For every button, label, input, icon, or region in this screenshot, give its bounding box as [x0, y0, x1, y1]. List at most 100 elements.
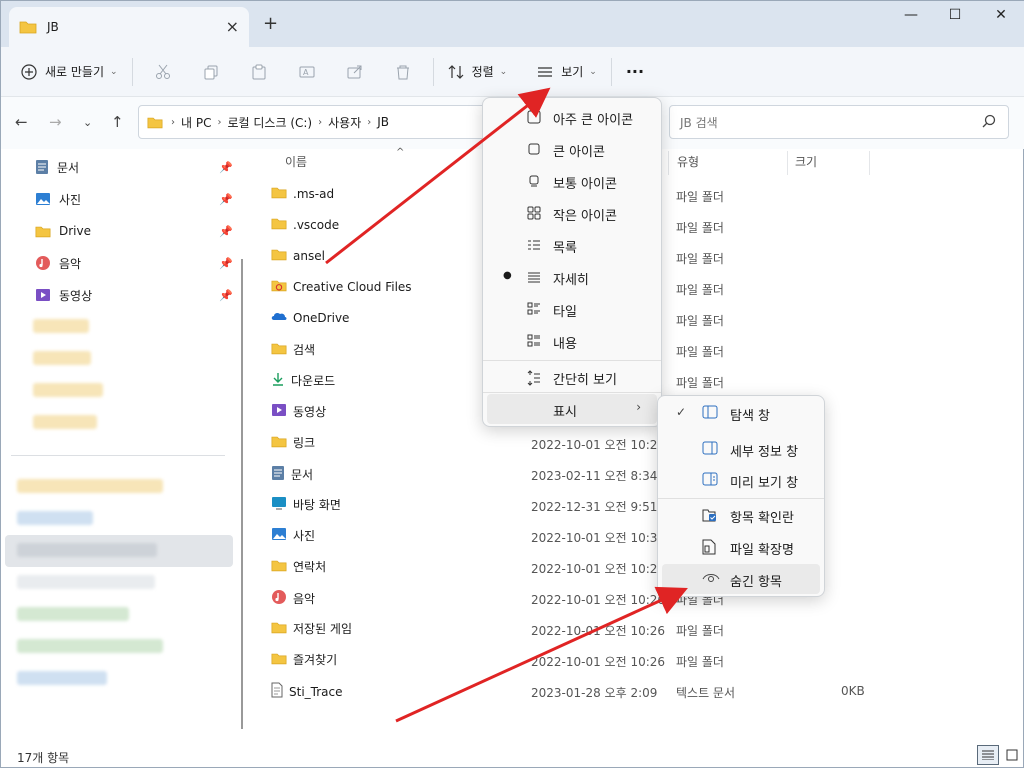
submenu-item-item-checkboxes[interactable]: 항목 확인란 [662, 500, 820, 530]
tab-close-icon[interactable]: × [226, 17, 239, 36]
thumbnail-view-icon [1006, 749, 1018, 761]
redacted-item [33, 319, 89, 333]
menu-item-label: 표시 [553, 405, 577, 420]
breadcrumb-local-disk[interactable]: 로컬 디스크 (C:) [227, 114, 312, 131]
title-bar: JB × + — ☐ ✕ [1, 1, 1024, 47]
sidebar-item-drive[interactable]: Drive [35, 221, 91, 241]
menu-item-large-icons[interactable]: 큰 아이콘 [487, 134, 657, 164]
file-name-text: 동영상 [293, 405, 327, 419]
folder-icon [271, 652, 287, 668]
toolbar-divider [432, 57, 434, 86]
copy-button[interactable] [187, 64, 235, 80]
pin-icon[interactable]: 📌 [219, 257, 233, 270]
extra-large-icons-icon [527, 110, 541, 124]
submenu-item-navigation-pane[interactable]: ✓ 탐색 창 [662, 398, 820, 428]
file-name-text: 검색 [293, 343, 316, 357]
minimize-button[interactable]: — [891, 7, 931, 27]
file-name-text: 저장된 게임 [293, 622, 353, 636]
up-arrow-icon[interactable]: ↑ [111, 113, 124, 131]
menu-divider [483, 392, 661, 393]
forward-arrow-icon[interactable]: → [49, 113, 62, 131]
sidebar-scrollbar[interactable] [241, 259, 243, 729]
submenu-item-hidden-items[interactable]: 숨긴 항목 [662, 564, 820, 594]
close-window-button[interactable]: ✕ [981, 7, 1021, 27]
menu-item-extra-large-icons[interactable]: 아주 큰 아이콘 [487, 102, 657, 132]
more-options-button[interactable]: ··· [618, 56, 652, 88]
column-header-name[interactable]: 이름 [285, 153, 307, 170]
file-type: 파일 폴더 [676, 314, 724, 328]
menu-item-tiles[interactable]: 타일 [487, 294, 657, 324]
submenu-item-label: 파일 확장명 [730, 543, 794, 558]
file-date: 2023-02-11 오전 8:34 [531, 469, 658, 483]
column-divider[interactable] [787, 151, 788, 175]
menu-item-label: 간단히 보기 [553, 373, 617, 388]
breadcrumb-chevron-icon: › [171, 116, 175, 128]
back-arrow-icon[interactable]: ← [15, 113, 28, 131]
thumbnail-view-toggle[interactable] [1001, 745, 1023, 765]
file-name-text: 즐겨찾기 [293, 653, 338, 667]
item-count: 17개 항목 [17, 751, 70, 765]
sidebar-item-videos[interactable]: 동영상 [35, 285, 92, 305]
menu-item-show[interactable]: 표시 › [487, 394, 657, 424]
file-row[interactable]: 저장된 게임 2022-10-01 오전 10:26 파일 폴더 [271, 618, 911, 640]
menu-item-medium-icons[interactable]: 보통 아이콘 [487, 166, 657, 196]
file-row[interactable]: 즐겨찾기 2022-10-01 오전 10:26 파일 폴더 [271, 649, 911, 671]
new-tab-button[interactable]: + [263, 13, 278, 34]
details-view-icon [982, 750, 994, 760]
sidebar-item-label: 문서 [57, 160, 80, 175]
column-header-size[interactable]: 크기 [795, 153, 817, 170]
sidebar-item-documents[interactable]: 문서 [35, 157, 79, 177]
submenu-item-preview-pane[interactable]: 미리 보기 창 [662, 465, 820, 495]
cut-button[interactable] [139, 64, 187, 80]
file-type: 텍스트 문서 [676, 686, 736, 700]
menu-item-compact-view[interactable]: 간단히 보기 [487, 362, 657, 392]
preview-pane-icon [702, 472, 718, 486]
breadcrumb-this-pc[interactable]: 내 PC [181, 114, 211, 131]
recent-chevron-icon[interactable]: ⌄ [83, 116, 92, 129]
sort-button[interactable]: 정렬 ⌄ [440, 56, 516, 88]
column-divider[interactable] [869, 151, 870, 175]
rename-button[interactable]: A [283, 64, 331, 80]
delete-button[interactable] [379, 64, 427, 80]
details-view-toggle[interactable] [977, 745, 999, 765]
redacted-item [33, 383, 103, 397]
menu-item-list[interactable]: 목록 [487, 230, 657, 260]
file-date: 2022-10-01 오전 10:26 [531, 438, 666, 452]
pin-icon[interactable]: 📌 [219, 225, 233, 238]
download-icon [271, 372, 285, 389]
menu-item-content[interactable]: 내용 [487, 326, 657, 356]
sidebar-item-pictures[interactable]: 사진 [35, 189, 81, 209]
column-divider[interactable] [668, 151, 669, 175]
file-name-text: 문서 [291, 468, 314, 482]
file-explorer-window: JB × + — ☐ ✕ 새로 만들기 ⌄ A 정렬 ⌄ 보기 ⌄ ··· ← … [0, 0, 1024, 768]
column-header-type[interactable]: 유형 [677, 153, 699, 170]
paste-button[interactable] [235, 64, 283, 80]
file-name: 검색 [271, 341, 315, 358]
file-type: 파일 폴더 [676, 190, 724, 204]
view-button[interactable]: 보기 ⌄ [529, 56, 605, 88]
navigation-pane: 문서 📌 사진 📌 Drive 📌 음악 📌 동영상 📌 [1, 149, 241, 745]
sidebar-item-music[interactable]: 음악 [35, 253, 81, 273]
search-input[interactable]: JB 검색 [669, 105, 1009, 139]
menu-divider [483, 360, 661, 361]
pin-icon[interactable]: 📌 [219, 161, 233, 174]
content-icon [527, 334, 540, 347]
file-row[interactable]: Sti_Trace 2023-01-28 오후 2:09 텍스트 문서 0KB [271, 680, 911, 702]
submenu-item-file-extensions[interactable]: 파일 확장명 [662, 532, 820, 562]
new-button[interactable]: 새로 만들기 ⌄ [13, 56, 126, 88]
checkmark-icon: ✓ [676, 405, 687, 419]
menu-item-small-icons[interactable]: 작은 아이콘 [487, 198, 657, 228]
pin-icon[interactable]: 📌 [219, 289, 233, 302]
rename-icon: A [299, 66, 315, 77]
tab-jb[interactable]: JB × [9, 7, 249, 47]
breadcrumb-jb[interactable]: JB [377, 115, 389, 129]
menu-item-details[interactable]: ● 자세히 [487, 262, 657, 292]
pin-icon[interactable]: 📌 [219, 193, 233, 206]
submenu-item-details-pane[interactable]: 세부 정보 창 [662, 434, 820, 464]
maximize-button[interactable]: ☐ [935, 7, 975, 27]
breadcrumb-users[interactable]: 사용자 [328, 114, 361, 131]
file-date: 2022-10-01 오전 10:32 [531, 531, 666, 545]
text-file-icon [271, 682, 283, 701]
menu-item-label: 목록 [553, 241, 577, 256]
share-button[interactable] [331, 64, 379, 80]
